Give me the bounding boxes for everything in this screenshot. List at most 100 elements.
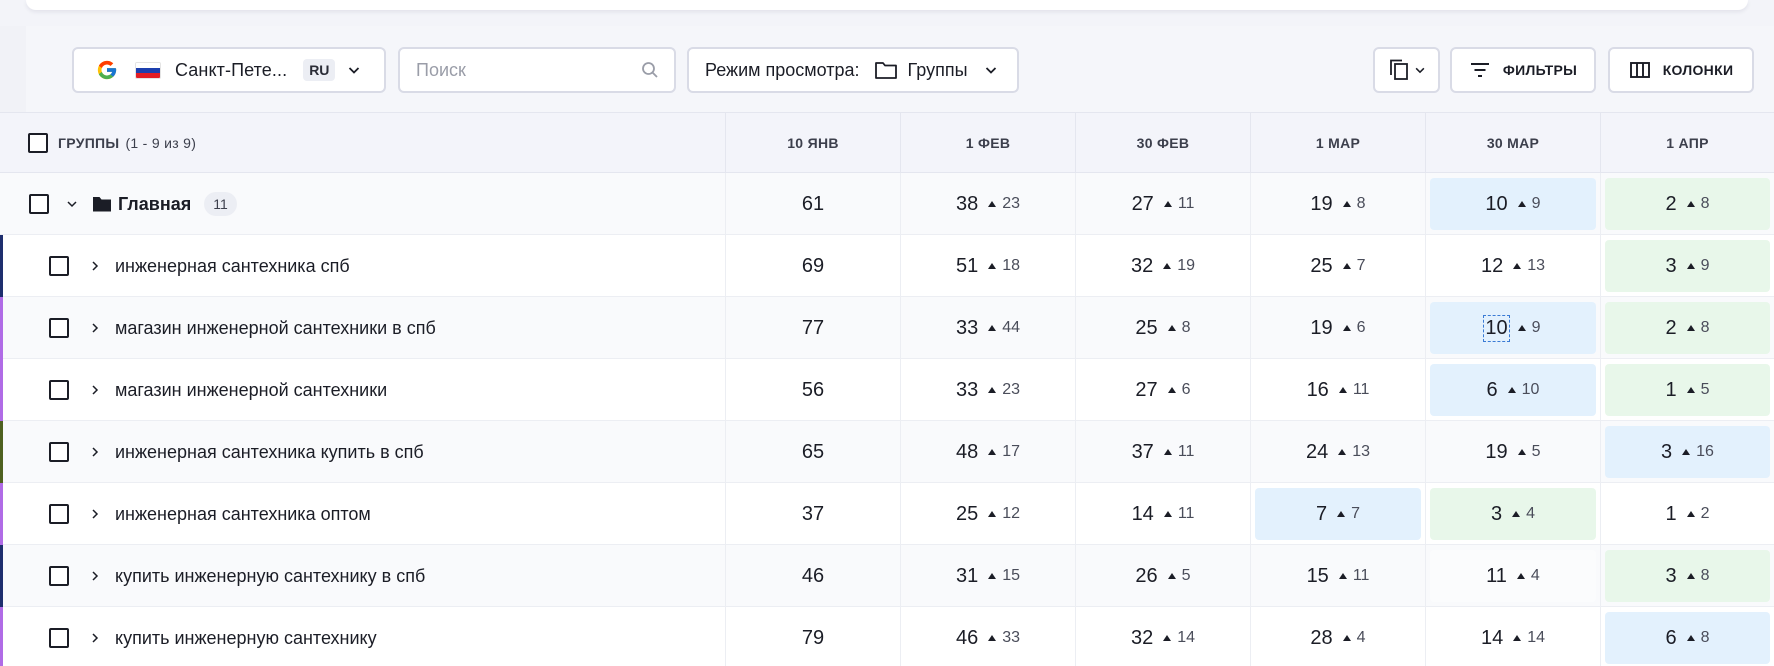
position-value-box[interactable]: 12 13 — [1430, 240, 1596, 292]
groups-header-label[interactable]: ГРУППЫ — [58, 135, 119, 151]
position-value-box[interactable]: 25 7 — [1255, 240, 1421, 292]
position-change: 4 — [1516, 567, 1540, 585]
row-checkbox[interactable] — [49, 256, 69, 276]
chevron-right-icon[interactable] — [89, 508, 101, 520]
date-column-header[interactable]: 1 ФЕВ — [900, 113, 1075, 173]
chevron-right-icon[interactable] — [89, 322, 101, 334]
position-value-box[interactable]: 6 10 — [1430, 364, 1596, 416]
group-name[interactable]: Главная — [118, 194, 191, 215]
location-selector[interactable]: Санкт-Пете... RU — [72, 47, 386, 93]
position-value-box[interactable]: 28 4 — [1255, 612, 1421, 664]
position-value-box[interactable]: 77 — [730, 302, 896, 354]
table-header: ГРУППЫ (1 - 9 из 9) 10 ЯНВ 1 ФЕВ 30 ФЕВ … — [0, 112, 1774, 173]
position-value-box[interactable]: 11 4 — [1430, 550, 1596, 602]
position-value-box[interactable]: 31 15 — [905, 550, 1071, 602]
position-value-box[interactable]: 14 14 — [1430, 612, 1596, 664]
date-column-header[interactable]: 1 АПР — [1600, 113, 1774, 173]
position-value-box[interactable]: 46 33 — [905, 612, 1071, 664]
keyword-name[interactable]: магазин инженерной сантехники в спб — [115, 318, 436, 339]
position-value-box[interactable]: 15 — [1605, 364, 1770, 416]
position-value-box[interactable]: 25 8 — [1080, 302, 1246, 354]
position-value-box[interactable]: 25 12 — [905, 488, 1071, 540]
position-cell: 31 15 — [900, 545, 1075, 607]
copy-menu-button[interactable] — [1373, 47, 1440, 93]
position-value-box[interactable]: 28 — [1605, 178, 1770, 230]
row-checkbox[interactable] — [49, 504, 69, 524]
position-value-box[interactable]: 79 — [730, 612, 896, 664]
position-cell: 69 — [725, 235, 900, 297]
chevron-down-icon[interactable] — [66, 198, 78, 210]
keyword-name[interactable]: инженерная сантехника оптом — [115, 504, 371, 525]
chevron-right-icon[interactable] — [89, 446, 101, 458]
position-value-box[interactable]: 10 9 — [1430, 178, 1596, 230]
row-checkbox[interactable] — [49, 442, 69, 462]
keyword-name[interactable]: инженерная сантехника спб — [115, 256, 350, 277]
position-value-box[interactable]: 27 11 — [1080, 178, 1246, 230]
position-value-box[interactable]: 28 — [1605, 302, 1770, 354]
chevron-right-icon[interactable] — [89, 570, 101, 582]
position-value-box[interactable]: 38 23 — [905, 178, 1071, 230]
position-value-box[interactable]: 37 — [730, 488, 896, 540]
position-value-box[interactable]: 39 — [1605, 240, 1770, 292]
position-value-box[interactable]: 32 14 — [1080, 612, 1246, 664]
position-value-box[interactable]: 33 23 — [905, 364, 1071, 416]
position-value-box[interactable]: 14 11 — [1080, 488, 1246, 540]
position-cell: 38 — [1600, 545, 1774, 607]
search-placeholder[interactable]: Поиск — [416, 60, 640, 81]
select-all-checkbox[interactable] — [28, 133, 48, 153]
keyword-row: магазин инженерной сантехники в спб 77 33 4… — [0, 297, 1774, 359]
date-column-header[interactable]: 10 ЯНВ — [725, 113, 900, 173]
chevron-right-icon[interactable] — [89, 384, 101, 396]
position-value-box[interactable]: 10 9 — [1430, 302, 1596, 354]
date-column-header[interactable]: 30 ФЕВ — [1075, 113, 1250, 173]
position-value-box[interactable]: 48 17 — [905, 426, 1071, 478]
position-value-box[interactable]: 19 5 — [1430, 426, 1596, 478]
position-value-box[interactable]: 69 — [730, 240, 896, 292]
arrow-up-icon — [1513, 263, 1522, 269]
position-value-box[interactable]: 65 — [730, 426, 896, 478]
keyword-name[interactable]: купить инженерную сантехнику в спб — [115, 566, 425, 587]
search-icon[interactable] — [640, 60, 660, 80]
position-value-box[interactable]: 37 11 — [1080, 426, 1246, 478]
position-value-box[interactable]: 26 5 — [1080, 550, 1246, 602]
row-checkbox[interactable] — [49, 318, 69, 338]
position-value-box[interactable]: 32 19 — [1080, 240, 1246, 292]
position-change-value: 33 — [1002, 629, 1021, 646]
filters-button[interactable]: ФИЛЬТРЫ — [1450, 47, 1596, 93]
position-value-box[interactable]: 56 — [730, 364, 896, 416]
columns-button[interactable]: КОЛОНКИ — [1608, 47, 1754, 93]
row-checkbox[interactable] — [49, 380, 69, 400]
position-value-box[interactable]: 46 — [730, 550, 896, 602]
position-value-box[interactable]: 61 — [730, 178, 896, 230]
position-value-box[interactable]: 16 11 — [1255, 364, 1421, 416]
row-checkbox[interactable] — [49, 566, 69, 586]
row-checkbox[interactable] — [49, 628, 69, 648]
position-value: 77 — [801, 316, 825, 339]
position-cell: 32 19 — [1075, 235, 1250, 297]
position-value-box[interactable]: 19 8 — [1255, 178, 1421, 230]
chevron-right-icon[interactable] — [89, 632, 101, 644]
position-value-box[interactable]: 3 16 — [1605, 426, 1770, 478]
date-column-header[interactable]: 30 МАР — [1425, 113, 1600, 173]
search-input[interactable]: Поиск — [398, 47, 676, 93]
keyword-name[interactable]: инженерная сантехника купить в спб — [115, 442, 424, 463]
position-change: 13 — [1338, 443, 1370, 461]
chevron-right-icon[interactable] — [89, 260, 101, 272]
position-value-box[interactable]: 77 — [1255, 488, 1421, 540]
position-value-box[interactable]: 33 44 — [905, 302, 1071, 354]
view-mode-selector[interactable]: Режим просмотра: Группы — [687, 47, 1019, 93]
position-value-box[interactable]: 51 18 — [905, 240, 1071, 292]
row-checkbox[interactable] — [29, 194, 49, 214]
position-value-box[interactable]: 68 — [1605, 612, 1770, 664]
position-value-box[interactable]: 27 6 — [1080, 364, 1246, 416]
keyword-name[interactable]: купить инженерную сантехнику — [115, 628, 377, 649]
position-value-box[interactable]: 34 — [1430, 488, 1596, 540]
position-value-box[interactable]: 38 — [1605, 550, 1770, 602]
position-value-box[interactable]: 19 6 — [1255, 302, 1421, 354]
position-value-box[interactable]: 24 13 — [1255, 426, 1421, 478]
date-column-header[interactable]: 1 МАР — [1250, 113, 1425, 173]
position-value-box[interactable]: 15 11 — [1255, 550, 1421, 602]
position-value-box[interactable]: 12 — [1605, 488, 1770, 540]
position-cell: 19 8 — [1250, 173, 1425, 235]
keyword-name[interactable]: магазин инженерной сантехники — [115, 380, 387, 401]
